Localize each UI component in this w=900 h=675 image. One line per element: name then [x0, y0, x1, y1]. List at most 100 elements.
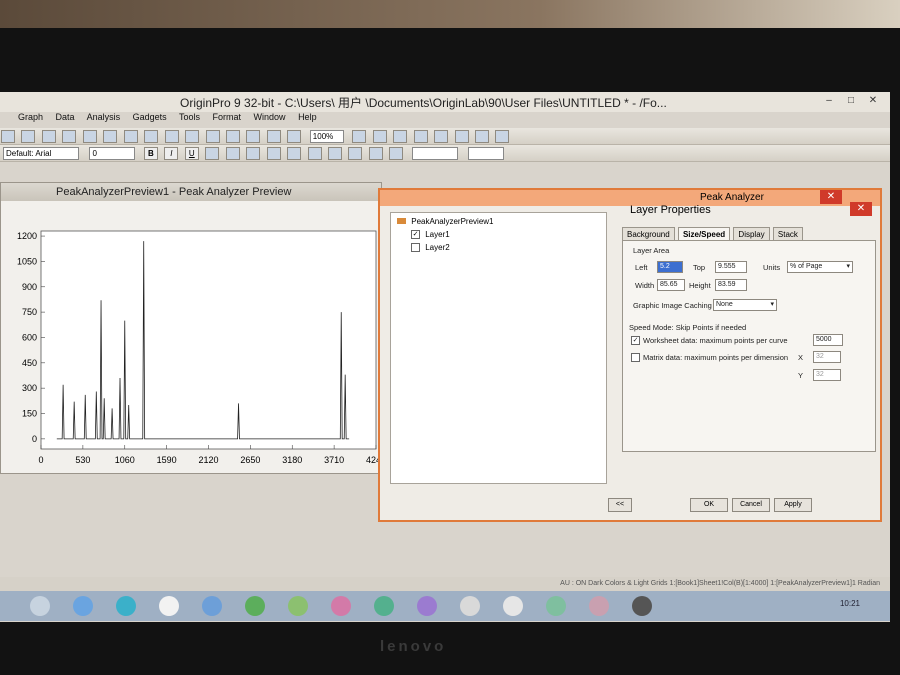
layer2-label: Layer2 [425, 243, 450, 252]
fill-color-icon[interactable] [348, 147, 363, 160]
pattern-icon[interactable] [368, 147, 383, 160]
tree-root[interactable]: PeakAnalyzerPreview1 [397, 217, 494, 226]
greek-icon[interactable] [246, 147, 261, 160]
width-input[interactable]: 85.65 [657, 279, 685, 291]
add-text-icon[interactable] [454, 130, 469, 143]
layer1-checkbox[interactable]: ✓ [411, 230, 420, 240]
new-workbook-icon[interactable] [21, 130, 36, 143]
taskbar-app-icon[interactable] [73, 596, 93, 616]
taskbar-app-icon[interactable] [503, 596, 523, 616]
save-icon[interactable] [123, 130, 138, 143]
open-icon[interactable] [103, 130, 118, 143]
units-label: Units [763, 263, 781, 272]
menu-help[interactable]: Help [298, 112, 317, 122]
rescale-icon[interactable] [287, 130, 302, 143]
menu-tools[interactable]: Tools [179, 112, 200, 122]
taskbar-app-icon[interactable] [288, 596, 308, 616]
cancel-button[interactable]: Cancel [732, 498, 770, 512]
worksheet-points-input[interactable]: 5000 [813, 334, 843, 346]
export-icon[interactable] [225, 130, 240, 143]
duplicate-icon[interactable] [205, 130, 220, 143]
maximize-button[interactable]: □ [842, 94, 860, 108]
y-tick-label: 1200 [17, 231, 37, 241]
new-layout-icon[interactable] [474, 130, 489, 143]
line-style-select[interactable] [411, 147, 458, 160]
height-label: Height [689, 281, 711, 290]
taskbar-app-icon[interactable] [116, 596, 136, 616]
command-window-icon[interactable] [413, 130, 428, 143]
taskbar-app-icon[interactable] [374, 596, 394, 616]
minimize-button[interactable]: – [820, 94, 838, 108]
y-tick-label: 1050 [17, 256, 37, 266]
height-input[interactable]: 83.59 [715, 279, 747, 291]
bold-button[interactable]: B [143, 147, 158, 160]
apply-button[interactable]: Apply [774, 498, 812, 512]
font-size-select[interactable]: 0 [89, 147, 136, 160]
script-window-icon[interactable] [393, 130, 408, 143]
window-title: OriginPro 9 32-bit - C:\Users\ 用户 \Docum… [180, 96, 667, 110]
taskbar-app-icon[interactable] [417, 596, 437, 616]
menu-format[interactable]: Format [213, 112, 242, 122]
taskbar-app-icon[interactable] [589, 596, 609, 616]
left-input[interactable]: 5.2 [657, 261, 683, 273]
ok-button[interactable]: OK [690, 498, 728, 512]
tree-item-layer1[interactable]: ✓ Layer1 [411, 230, 450, 240]
taskbar-app-icon[interactable] [546, 596, 566, 616]
border-icon[interactable] [389, 147, 404, 160]
new-function-icon[interactable] [82, 130, 97, 143]
taskbar-app-icon[interactable] [202, 596, 222, 616]
layer2-checkbox[interactable] [411, 243, 420, 253]
taskbar-app-icon[interactable] [460, 596, 480, 616]
line-width-select[interactable] [468, 147, 505, 160]
copy-page-icon[interactable] [266, 130, 281, 143]
layer-icon[interactable] [246, 130, 261, 143]
code-builder-icon[interactable] [434, 130, 449, 143]
new-matrix-icon[interactable] [62, 130, 77, 143]
import-icon[interactable] [144, 130, 159, 143]
font-color-icon[interactable] [307, 147, 322, 160]
tree-item-layer2[interactable]: Layer2 [411, 243, 450, 253]
units-select[interactable]: % of Page [787, 261, 853, 273]
new-graph-icon[interactable] [41, 130, 56, 143]
italic-button[interactable]: I [164, 147, 179, 160]
caching-select[interactable]: None [713, 299, 777, 311]
matrix-checkbox[interactable] [631, 353, 640, 362]
x-points-input[interactable]: 32 [813, 351, 841, 363]
subscript-icon[interactable] [225, 147, 240, 160]
project-explorer-icon[interactable] [352, 130, 367, 143]
left-label: Left [635, 263, 648, 272]
menu-graph[interactable]: Graph [18, 112, 43, 122]
y-points-input[interactable]: 32 [813, 369, 841, 381]
layer-properties-close-icon[interactable]: ✕ [850, 202, 872, 216]
top-input[interactable]: 9.555 [715, 261, 747, 273]
menu-window[interactable]: Window [254, 112, 286, 122]
menu-analysis[interactable]: Analysis [87, 112, 121, 122]
taskbar-app-icon[interactable] [159, 596, 179, 616]
line-color-icon[interactable] [327, 147, 342, 160]
taskbar-app-icon[interactable] [331, 596, 351, 616]
close-button[interactable]: ✕ [864, 94, 882, 108]
peak-analyzer-close-icon[interactable]: ✕ [820, 190, 842, 204]
worksheet-checkbox[interactable]: ✓ [631, 336, 640, 345]
superscript-icon[interactable] [205, 147, 220, 160]
results-log-icon[interactable] [372, 130, 387, 143]
refresh-icon[interactable] [185, 130, 200, 143]
underline-button[interactable]: U [184, 147, 199, 160]
taskbar-app-icon[interactable] [245, 596, 265, 616]
taskbar-app-icon[interactable] [30, 596, 50, 616]
y-tick-label: 0 [32, 434, 37, 444]
new-project-icon[interactable] [1, 130, 15, 143]
zoom-select[interactable]: 100% [309, 130, 344, 143]
collapse-button[interactable]: << [608, 498, 632, 512]
taskbar-app-icon[interactable] [632, 596, 652, 616]
increase-font-icon[interactable] [266, 147, 281, 160]
menu-gadgets[interactable]: Gadgets [133, 112, 167, 122]
font-select[interactable]: Default: Arial [3, 147, 79, 160]
new-notes-icon[interactable] [495, 130, 510, 143]
x-tick-label: 3710 [324, 455, 344, 465]
decrease-font-icon[interactable] [287, 147, 302, 160]
x-tick-label: 2120 [198, 455, 218, 465]
menu-data[interactable]: Data [56, 112, 75, 122]
print-icon[interactable] [164, 130, 179, 143]
y-tick-label: 600 [22, 332, 37, 342]
